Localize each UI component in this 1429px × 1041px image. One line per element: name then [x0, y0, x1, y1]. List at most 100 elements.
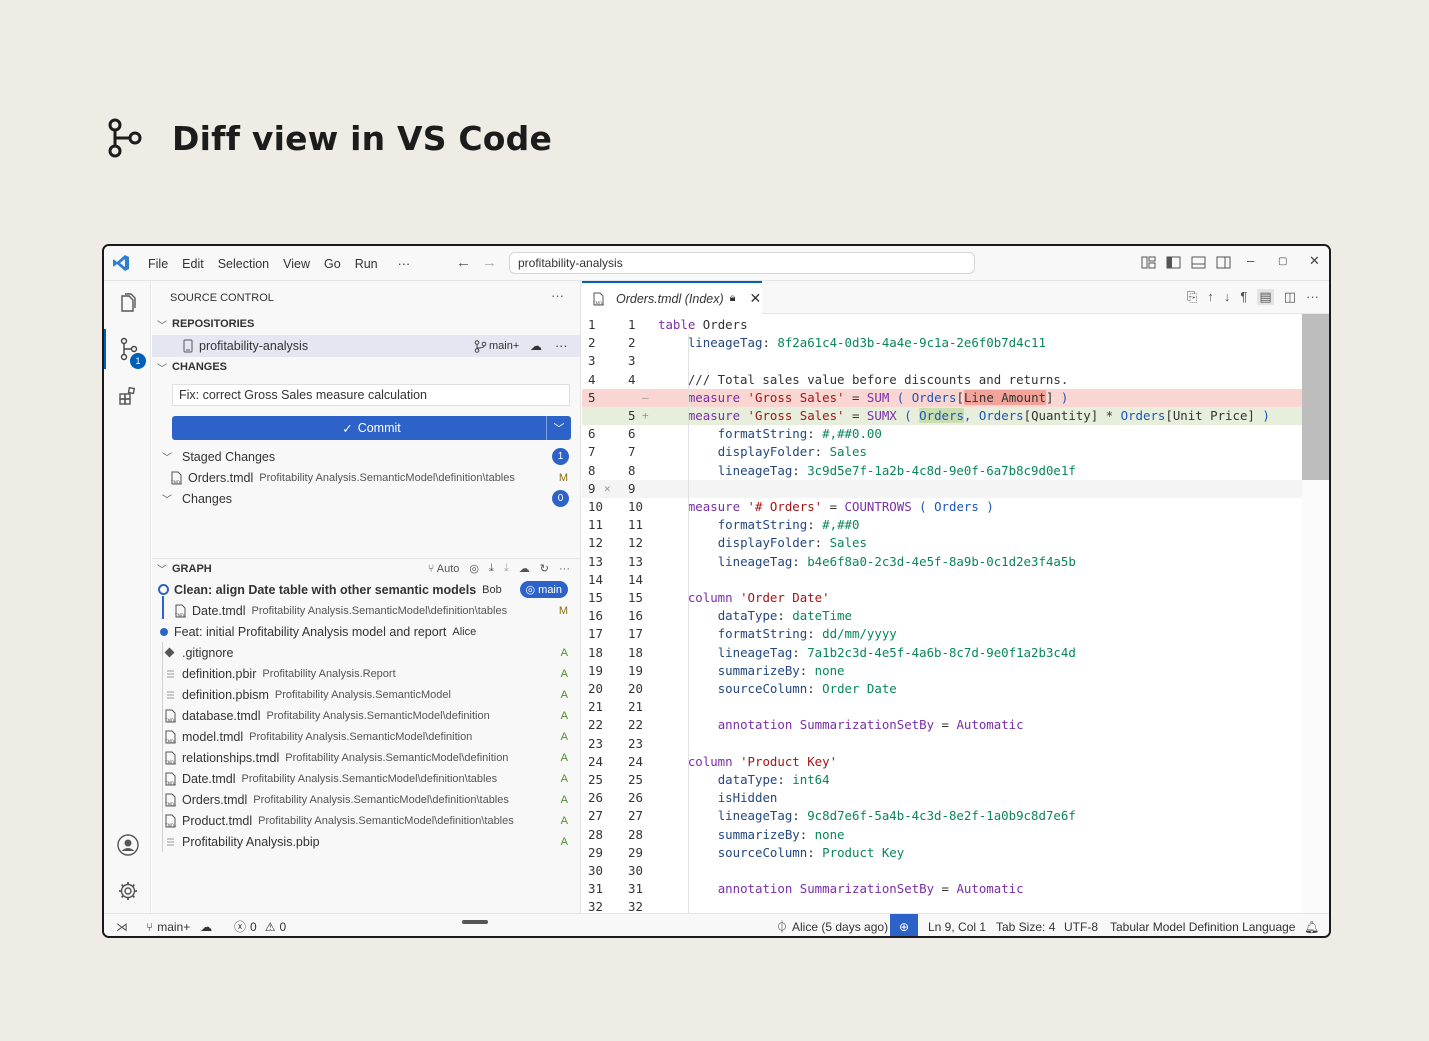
remote-icon[interactable]: ⋊: [116, 914, 128, 936]
repositories-header[interactable]: ﹀ REPOSITORIES: [152, 314, 580, 334]
file-status: A: [560, 730, 568, 743]
modified-line-number: 22: [628, 717, 643, 733]
graph-file-row[interactable]: definition.pbism Profitability Analysis.S…: [152, 684, 580, 705]
branch-pill-label: main: [538, 583, 562, 596]
code-text: column 'Order Date': [687, 590, 830, 605]
minimap[interactable]: [1302, 314, 1329, 913]
customize-layout-icon[interactable]: [1141, 255, 1156, 270]
minimap-toggle-icon[interactable]: ▤: [1257, 289, 1274, 305]
repo-more-icon[interactable]: ···: [555, 339, 568, 353]
modified-line-number: 10: [628, 499, 643, 514]
target-icon[interactable]: ◎: [469, 562, 479, 575]
graph-file-row[interactable]: definition.pbir Profitability Analysis.Re…: [152, 663, 580, 684]
menu-file[interactable]: File: [141, 257, 175, 271]
cursor-position[interactable]: Ln 9, Col 1: [928, 914, 986, 936]
accounts-activity[interactable]: [104, 825, 151, 865]
branch-pill[interactable]: ◎ main: [519, 581, 568, 598]
notifications-bell-icon[interactable]: 🔔︎: [1304, 914, 1319, 936]
panel-resize-handle[interactable]: [462, 920, 488, 924]
menu-view[interactable]: View: [276, 257, 317, 271]
graph-file-row[interactable]: TMDL model.tmdl Profitability Analysis.Sem…: [152, 726, 580, 747]
tmdl-file-icon: TMDL: [164, 751, 177, 765]
code-line: 20 20 sourceColumn: Order Date: [582, 680, 1302, 698]
sidebar-more-icon[interactable]: ···: [551, 288, 564, 303]
graph-header[interactable]: ﹀ GRAPH ⑂ Auto ◎ ⤓ ⤓ ☁ ↻ ···: [152, 558, 580, 578]
language-mode[interactable]: Tabular Model Definition Language: [1110, 914, 1295, 936]
file-status: A: [560, 814, 568, 827]
graph-auto-branch[interactable]: ⑂ Auto: [428, 563, 460, 575]
publish-cloud-icon[interactable]: ☁: [530, 339, 542, 353]
explorer-activity[interactable]: [104, 283, 151, 323]
graph-file-row[interactable]: TMDL Date.tmdl Profitability Analysis.Sema…: [152, 768, 580, 789]
code-area[interactable]: 1 1 table Orders 2 2 lineageTag: 8f2a61c4-0d…: [582, 314, 1302, 913]
commit-row[interactable]: Clean: align Date table with other seman…: [152, 579, 580, 600]
whitespace-icon[interactable]: ¶: [1240, 289, 1247, 305]
graph-file-row[interactable]: .gitignore A: [152, 642, 580, 663]
revert-change-icon[interactable]: ✕: [604, 480, 611, 498]
modified-line-number: 32: [628, 899, 643, 913]
zoom-icon[interactable]: ⊕: [890, 914, 918, 936]
close-tab-icon[interactable]: ✕: [750, 290, 762, 307]
fetch-icon[interactable]: ⤓: [489, 562, 494, 575]
toggle-panel-icon[interactable]: [1191, 255, 1206, 270]
encoding[interactable]: UTF-8: [1064, 914, 1098, 936]
original-line-number: 16: [588, 608, 603, 624]
editor-more-icon[interactable]: ···: [1306, 289, 1319, 305]
close-window-icon[interactable]: ✕: [1309, 253, 1320, 269]
forward-arrow-icon[interactable]: →: [482, 254, 497, 271]
menu-selection[interactable]: Selection: [211, 257, 276, 271]
toggle-secondary-sidebar-icon[interactable]: [1216, 255, 1231, 270]
minimap-slider[interactable]: [1302, 314, 1329, 480]
graph-file-row[interactable]: TMDL database.tmdl Profitability Analysis.…: [152, 705, 580, 726]
gear-icon: [118, 882, 137, 900]
graph-file-row[interactable]: TMDL Date.tmdl Profitability Analysis.Sema…: [152, 600, 580, 621]
minimize-icon[interactable]: –: [1247, 253, 1254, 268]
graph-file-row[interactable]: TMDL Product.tmdl Profitability Analysis.S…: [152, 810, 580, 831]
repo-branch[interactable]: main+: [474, 339, 519, 353]
menu-edit[interactable]: Edit: [175, 257, 211, 271]
extensions-activity[interactable]: [104, 376, 151, 416]
open-file-icon[interactable]: ⎘: [1187, 289, 1197, 305]
commit-button[interactable]: ✓ Commit ﹀: [172, 416, 571, 440]
maximize-icon[interactable]: ▢: [1278, 256, 1287, 267]
command-center-search[interactable]: profitability-analysis: [509, 252, 975, 274]
removed-marker-icon: —: [642, 390, 649, 404]
file-name: Product.tmdl: [182, 813, 253, 828]
graph-file-row[interactable]: TMDL Orders.tmdl Profitability Analysis.Se…: [152, 789, 580, 810]
source-control-activity[interactable]: 1: [104, 329, 151, 369]
file-path: Profitability Analysis.SemanticModel\def…: [266, 709, 490, 722]
graph-file-row[interactable]: Profitability Analysis.pbip A: [152, 831, 580, 852]
menu-go[interactable]: Go: [317, 257, 348, 271]
repo-name: profitability-analysis: [199, 339, 309, 353]
manage-activity[interactable]: [104, 871, 151, 911]
push-cloud-icon[interactable]: ☁: [519, 562, 530, 575]
changes-group[interactable]: ﹀ Changes 0: [152, 488, 580, 509]
next-change-icon[interactable]: ↓: [1224, 289, 1231, 305]
commit-dropdown-chevron-icon[interactable]: ﹀: [546, 416, 571, 440]
status-branch[interactable]: ⑂ main+ ☁: [146, 914, 212, 936]
refresh-icon[interactable]: ↻: [540, 562, 549, 575]
graph-file-row[interactable]: TMDL relationships.tmdl Profitability Anal…: [152, 747, 580, 768]
toggle-primary-sidebar-icon[interactable]: [1166, 255, 1181, 270]
changes-header[interactable]: ﹀ CHANGES: [152, 357, 580, 377]
menu-bar: File Edit Selection View Go Run ···: [141, 246, 417, 281]
graph-more-icon[interactable]: ···: [559, 563, 570, 575]
staged-file-row[interactable]: TMDL Orders.tmdl Profitability Analysis.…: [152, 467, 580, 488]
tab-orders-tmdl[interactable]: TMDL Orders.tmdl (Index) 🔒︎ ✕: [582, 281, 762, 314]
menu-run[interactable]: Run: [348, 257, 385, 271]
code-line: 17 17 formatString: dd/mm/yyyy: [582, 625, 1302, 643]
split-editor-icon[interactable]: ◫: [1284, 289, 1296, 305]
repository-row[interactable]: profitability-analysis main+ ☁ ···: [152, 335, 580, 357]
previous-change-icon[interactable]: ↑: [1207, 289, 1214, 305]
menu-more[interactable]: ···: [391, 257, 418, 271]
commit-message-input[interactable]: Fix: correct Gross Sales measure calcula…: [172, 384, 570, 406]
staged-changes-group[interactable]: ﹀ Staged Changes 1: [152, 446, 580, 467]
code-text: sourceColumn: Product Key: [717, 844, 905, 860]
back-arrow-icon[interactable]: ←: [456, 254, 471, 271]
pull-icon[interactable]: ⤓: [504, 562, 509, 575]
tab-size[interactable]: Tab Size: 4: [996, 914, 1055, 936]
status-problems[interactable]: ⓧ 0 ⚠ 0: [234, 914, 286, 936]
commit-row[interactable]: Feat: initial Profitability Analysis mod…: [152, 621, 580, 642]
original-line-number: 29: [588, 844, 603, 860]
status-blame[interactable]: ⏀ Alice (5 days ago): [776, 914, 888, 936]
